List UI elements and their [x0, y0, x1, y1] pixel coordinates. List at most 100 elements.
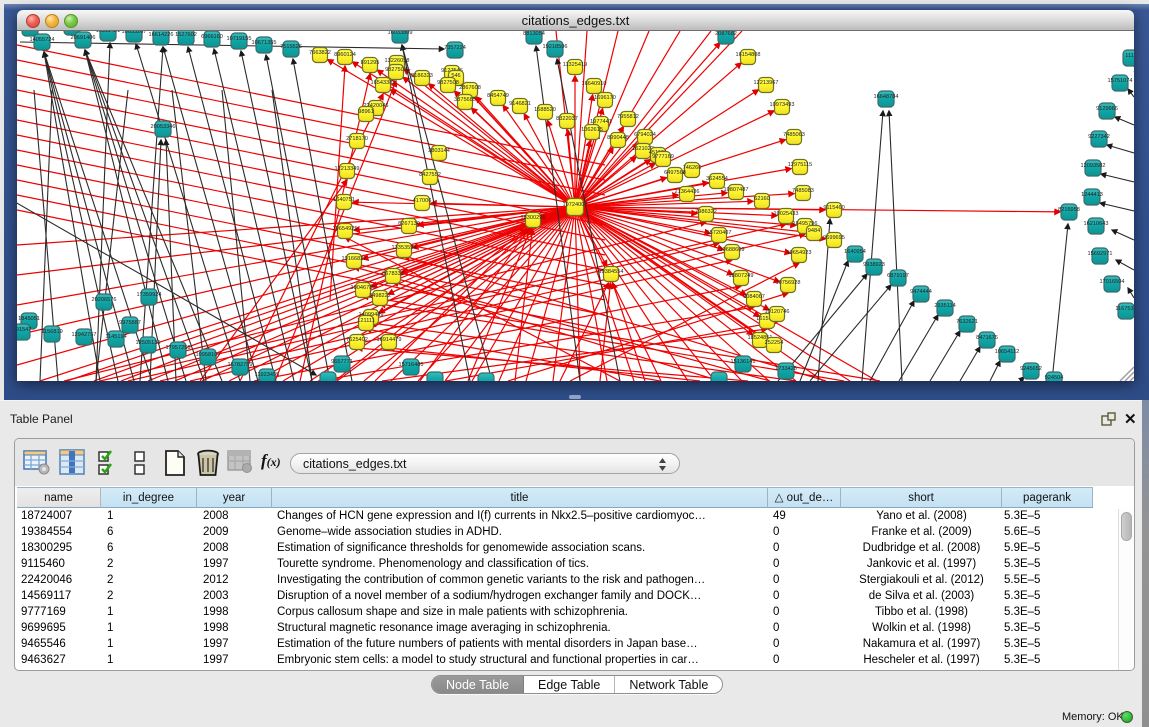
svg-text:1527602: 1527602 — [175, 32, 197, 38]
svg-text:15692971: 15692971 — [1088, 251, 1113, 257]
svg-text:7485083: 7485083 — [792, 188, 814, 194]
svg-text:2867608: 2867608 — [459, 85, 481, 91]
svg-text:2087682: 2087682 — [715, 31, 737, 37]
svg-text:18300295: 18300295 — [521, 215, 546, 221]
svg-text:7663822: 7663822 — [309, 50, 331, 56]
svg-text:2803144: 2803144 — [428, 148, 450, 154]
svg-text:8678332: 8678332 — [382, 271, 404, 277]
svg-text:6794024: 6794024 — [634, 132, 656, 138]
svg-text:10671355: 10671355 — [252, 40, 277, 46]
svg-text:16543382: 16543382 — [371, 80, 396, 86]
svg-text:12942757: 12942757 — [72, 332, 97, 338]
svg-text:7625402: 7625402 — [346, 337, 368, 343]
svg-text:19724007: 19724007 — [563, 202, 588, 208]
svg-text:9827503: 9827503 — [385, 67, 407, 73]
svg-text:16210643: 16210643 — [1084, 221, 1109, 227]
svg-text:19654923: 19654923 — [787, 250, 812, 256]
svg-text:9975887: 9975887 — [119, 320, 141, 326]
svg-text:9245652: 9245652 — [1020, 366, 1042, 372]
svg-text:6966160: 6966160 — [201, 34, 223, 40]
svg-text:10654112: 10654112 — [995, 349, 1019, 355]
svg-text:16648784: 16648784 — [874, 94, 899, 100]
svg-text:20053346: 20053346 — [151, 124, 176, 130]
svg-text:10120746: 10120746 — [765, 309, 790, 315]
svg-text:21364436: 21364436 — [675, 189, 700, 195]
svg-text:1640751: 1640751 — [333, 197, 355, 203]
svg-text:17359924: 17359924 — [137, 292, 162, 298]
svg-text:1244413: 1244413 — [1081, 192, 1103, 198]
svg-text:15716485: 15716485 — [399, 362, 424, 368]
svg-text:12213967: 12213967 — [754, 80, 779, 86]
svg-text:1156819: 1156819 — [41, 329, 62, 335]
svg-text:9146821: 9146821 — [509, 101, 531, 107]
svg-text:8427552: 8427552 — [419, 172, 441, 178]
svg-text:924504: 924504 — [1045, 375, 1064, 381]
svg-text:10973493: 10973493 — [770, 102, 795, 108]
svg-text:3498222: 3498222 — [369, 293, 391, 299]
svg-text:20206576: 20206576 — [92, 297, 117, 303]
svg-text:8454749: 8454749 — [487, 93, 509, 99]
svg-text:1640954: 1640954 — [844, 249, 866, 255]
svg-text:9699695: 9699695 — [823, 235, 845, 241]
svg-text:9115460: 9115460 — [823, 205, 844, 211]
svg-text:10653267: 10653267 — [122, 31, 147, 35]
svg-text:12093582: 12093582 — [1081, 163, 1106, 169]
svg-text:9474444: 9474444 — [910, 289, 932, 295]
svg-text:1696170: 1696170 — [594, 95, 616, 101]
svg-text:16914479: 16914479 — [377, 337, 402, 343]
svg-text:9777169: 9777169 — [652, 154, 674, 160]
svg-text:13353594: 13353594 — [392, 245, 417, 251]
svg-text:417006: 417006 — [413, 198, 432, 204]
svg-text:9484: 9484 — [808, 228, 820, 234]
svg-text:17016504: 17016504 — [1100, 279, 1125, 285]
svg-text:15751074: 15751074 — [1108, 78, 1133, 84]
svg-text:18311421: 18311421 — [96, 31, 120, 34]
svg-text:9827508: 9827508 — [437, 80, 459, 86]
svg-text:16614226: 16614226 — [149, 32, 174, 38]
svg-text:252254: 252254 — [765, 340, 784, 346]
svg-text:17957255: 17957255 — [166, 345, 191, 351]
svg-text:1733426: 1733426 — [775, 366, 797, 372]
svg-text:391547: 391547 — [17, 327, 31, 333]
svg-text:98961: 98961 — [358, 109, 374, 115]
svg-text:9084067: 9084067 — [743, 294, 765, 300]
svg-text:10958107: 10958107 — [196, 352, 221, 358]
svg-text:10719155: 10719155 — [227, 36, 252, 42]
svg-text:2935114: 2935114 — [934, 303, 955, 309]
svg-text:62160: 62160 — [754, 196, 770, 202]
svg-text:8322037: 8322037 — [556, 116, 578, 122]
svg-text:1112: 1112 — [1125, 53, 1134, 59]
svg-text:1845051: 1845051 — [18, 316, 40, 322]
svg-text:10046786: 10046786 — [351, 285, 376, 291]
svg-text:19654925: 19654925 — [333, 226, 358, 232]
svg-text:19166827: 19166827 — [342, 256, 367, 262]
svg-text:16033809: 16033809 — [388, 31, 413, 36]
svg-text:8215958: 8215958 — [1058, 207, 1080, 213]
svg-text:9938923: 9938923 — [863, 262, 885, 268]
svg-text:19384554: 19384554 — [599, 269, 624, 275]
svg-text:19218506: 19218506 — [543, 44, 568, 50]
svg-text:8813054: 8813054 — [523, 31, 545, 37]
svg-text:7955812: 7955812 — [617, 114, 639, 120]
svg-text:15720407: 15720407 — [707, 230, 732, 236]
svg-text:7357224: 7357224 — [444, 45, 466, 51]
svg-text:121111: 121111 — [357, 318, 374, 324]
svg-text:9657771: 9657771 — [331, 359, 353, 365]
svg-text:2718170: 2718170 — [346, 136, 368, 142]
svg-text:20691406: 20691406 — [71, 35, 96, 41]
svg-text:10807487: 10807487 — [724, 187, 749, 193]
svg-text:8990448: 8990448 — [607, 135, 629, 141]
svg-text:18807249: 18807249 — [729, 273, 754, 279]
svg-text:3624554: 3624554 — [706, 176, 728, 182]
svg-text:11325419: 11325419 — [563, 62, 587, 68]
svg-text:6879197: 6879197 — [887, 273, 909, 279]
svg-text:8186323: 8186323 — [411, 73, 433, 79]
svg-text:11923455: 11923455 — [255, 372, 279, 378]
svg-text:1362615: 1362615 — [581, 127, 603, 133]
svg-text:15136141: 15136141 — [731, 359, 756, 365]
svg-text:16782759: 16782759 — [228, 362, 253, 368]
svg-text:8267130: 8267130 — [398, 221, 420, 227]
svg-text:891295: 891295 — [361, 60, 380, 66]
svg-text:9129966: 9129966 — [1096, 106, 1118, 112]
svg-text:7485063: 7485063 — [783, 132, 805, 138]
